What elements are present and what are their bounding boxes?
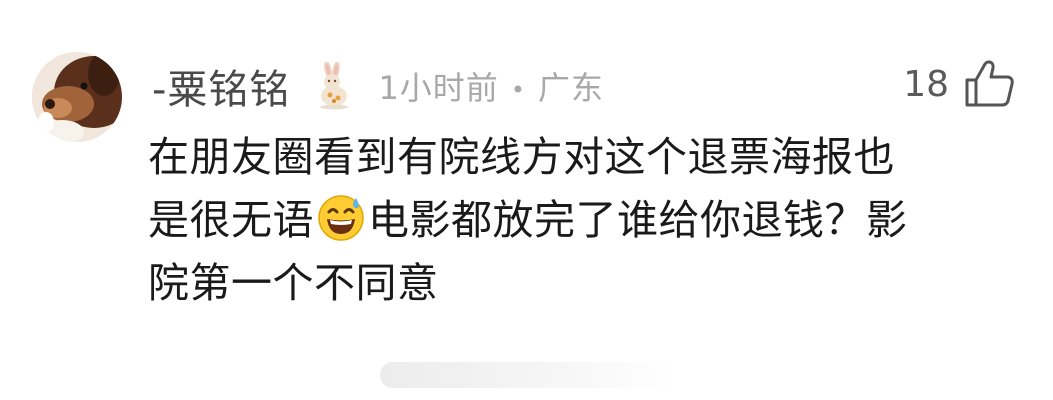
rabbit-badge-icon bbox=[320, 62, 349, 110]
location: 广东 bbox=[537, 69, 604, 107]
like-count: 18 bbox=[903, 63, 949, 105]
comment-header: -粟铭铭 1小时前 • 广东 bbox=[152, 58, 604, 114]
comment-line-2-text: 是很无语 bbox=[148, 196, 314, 244]
comment-line-2-rest: 电影都放完了谁给你退钱？影 bbox=[368, 196, 908, 244]
reply-preview-bar[interactable] bbox=[380, 362, 676, 388]
avatar[interactable] bbox=[32, 52, 122, 142]
sweat-smile-emoji-icon bbox=[318, 195, 364, 241]
comment-meta: 1小时前 • 广东 bbox=[378, 63, 604, 109]
like-button[interactable]: 18 bbox=[903, 56, 1015, 112]
timestamp: 1小时前 bbox=[378, 69, 499, 107]
meta-separator: • bbox=[510, 76, 526, 104]
author-name[interactable]: -粟铭铭 bbox=[152, 57, 290, 115]
comment-line-3: 院第一个不同意 bbox=[148, 259, 439, 307]
thumbs-up-icon[interactable] bbox=[963, 58, 1015, 110]
comment-text: 在朋友圈看到有院线方对这个退票海报也 是很无语 电影都放完了谁给你退钱？影 院第… bbox=[148, 126, 1028, 315]
comment-line-1: 在朋友圈看到有院线方对这个退票海报也 bbox=[148, 133, 895, 181]
comment-line-2: 是很无语 电影都放完了谁给你退钱？影 bbox=[148, 189, 1028, 252]
avatar-image bbox=[32, 52, 122, 142]
